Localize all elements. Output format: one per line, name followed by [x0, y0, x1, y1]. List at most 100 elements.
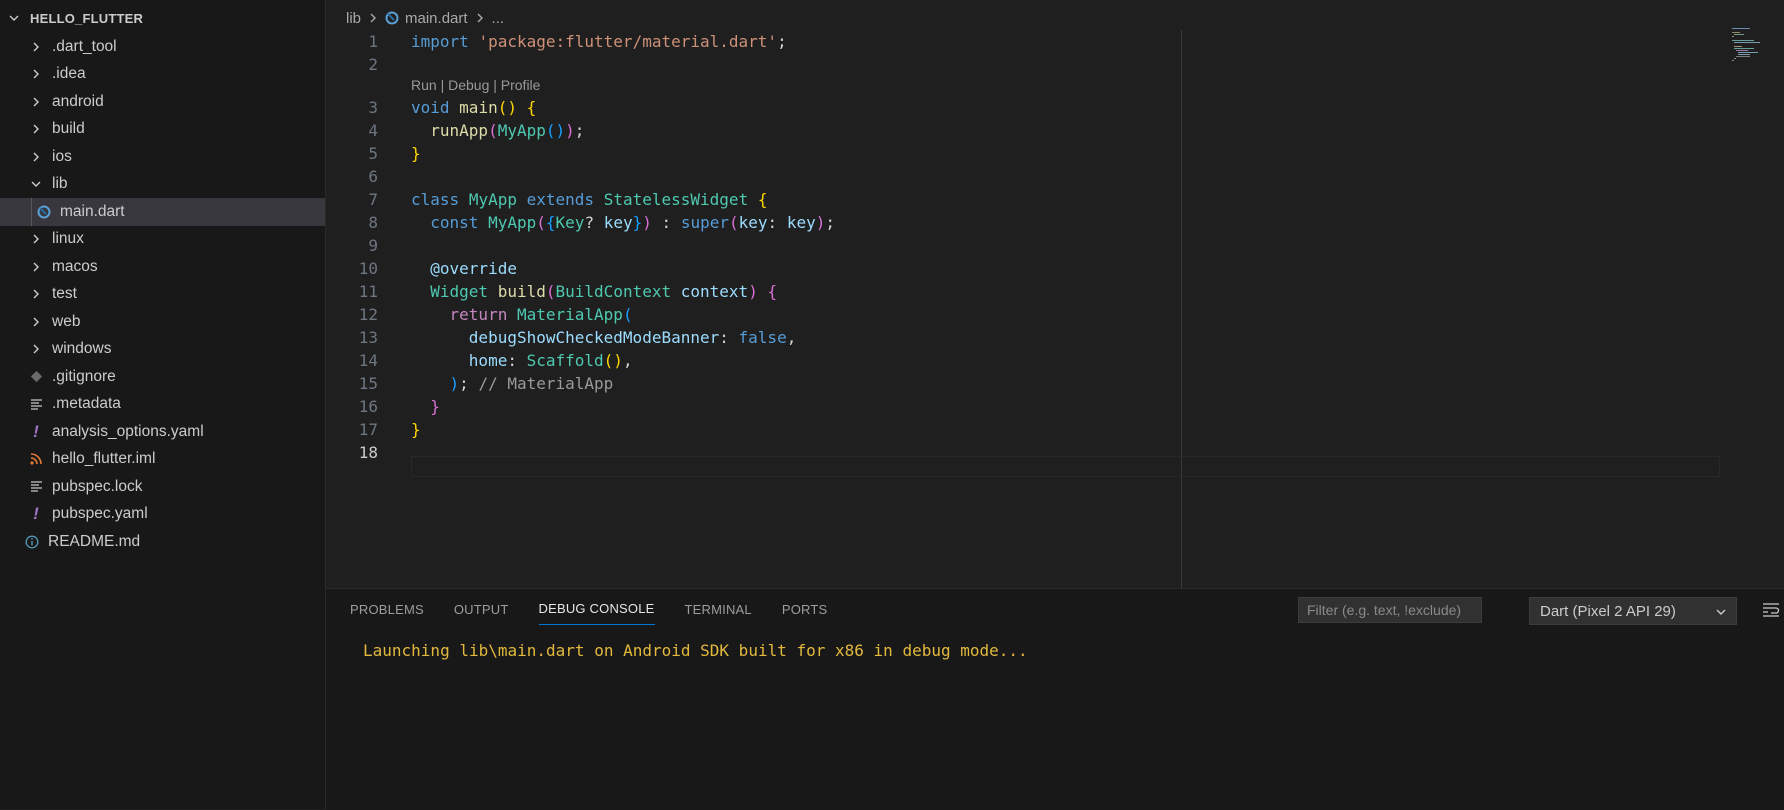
line-number: 4: [368, 120, 378, 140]
tree-item-label: README.md: [48, 532, 141, 550]
breadcrumb-folder[interactable]: lib: [346, 10, 361, 27]
line-text: }: [411, 143, 421, 163]
tab-output[interactable]: OUTPUT: [454, 592, 509, 625]
line-text: }: [411, 419, 421, 439]
tree-item-label: lib: [52, 175, 68, 193]
text-file-icon: [28, 398, 44, 411]
tree-item-label: analysis_options.yaml: [52, 422, 204, 440]
line-text: @override: [430, 258, 517, 278]
tree-item-idea[interactable]: .idea: [0, 61, 325, 89]
tree-item-label: hello_flutter.iml: [52, 450, 156, 468]
code-line: 2: [326, 53, 378, 75]
tree-item-metadata[interactable]: .metadata: [0, 391, 325, 419]
chevron-right-icon: [28, 343, 44, 355]
tree-item-test[interactable]: test: [0, 281, 325, 309]
code-line: 8 const MyApp({Key? key}) : super(key: k…: [326, 211, 835, 233]
line-text: debugShowCheckedModeBanner: false,: [468, 327, 797, 347]
tree-item-gitignore[interactable]: .gitignore: [0, 363, 325, 391]
line-text: void main() {: [411, 97, 537, 117]
line-number: 8: [368, 212, 378, 232]
tree-item-pubspec-yaml[interactable]: ! pubspec.yaml: [0, 501, 325, 529]
dart-file-icon: [36, 205, 52, 219]
breadcrumb-more[interactable]: ...: [492, 10, 505, 27]
filter-input[interactable]: Filter (e.g. text, !exclude): [1298, 597, 1482, 623]
yaml-exclamation-icon: !: [33, 504, 39, 524]
tree-item-label: android: [52, 92, 104, 110]
tree-item-label: main.dart: [60, 202, 125, 220]
tree-item-linux[interactable]: linux: [0, 226, 325, 254]
explorer-root-label: HELLO_FLUTTER: [30, 10, 144, 26]
line-text: ); // MaterialApp: [449, 373, 614, 393]
code-line: 13 debugShowCheckedModeBanner: false,: [326, 326, 797, 348]
tab-ports[interactable]: PORTS: [782, 592, 828, 625]
code-line: 7 class MyApp extends StatelessWidget {: [326, 188, 767, 210]
word-wrap-icon[interactable]: [1762, 601, 1780, 622]
chevron-right-icon: [28, 316, 44, 328]
line-number: 12: [358, 304, 378, 324]
tab-debug-console[interactable]: DEBUG CONSOLE: [538, 591, 655, 625]
line-number: 2: [368, 54, 378, 74]
debug-session-select[interactable]: Dart (Pixel 2 API 29): [1529, 597, 1737, 625]
tree-item-hello-flutter-iml[interactable]: hello_flutter.iml: [0, 446, 325, 474]
tree-item-pubspec-lock[interactable]: pubspec.lock: [0, 473, 325, 501]
tree-item-label: .idea: [52, 65, 86, 83]
debug-session-value: Dart (Pixel 2 API 29): [1540, 602, 1676, 620]
git-icon: [28, 370, 44, 383]
explorer-root-header[interactable]: HELLO_FLUTTER: [0, 3, 325, 33]
minimap[interactable]: [1732, 28, 1772, 68]
tree-item-label: .dart_tool: [52, 37, 117, 55]
chevron-right-icon: [28, 261, 44, 273]
tree-item-label: .gitignore: [52, 367, 116, 385]
code-editor[interactable]: lib main.dart ... 1 import 'package:flut…: [326, 0, 1784, 588]
tree-item-analysis-options[interactable]: ! analysis_options.yaml: [0, 418, 325, 446]
chevron-right-icon: [367, 12, 379, 24]
codelens-run-debug-profile[interactable]: Run | Debug | Profile: [411, 77, 540, 93]
yaml-exclamation-icon: !: [33, 421, 39, 441]
bottom-panel: PROBLEMS OUTPUT DEBUG CONSOLE TERMINAL P…: [326, 588, 1784, 810]
line-number: 3: [368, 97, 378, 117]
tree-item-dart-tool[interactable]: .dart_tool: [0, 33, 325, 61]
line-number: 18: [358, 442, 378, 462]
code-line: 10 @override: [326, 257, 517, 279]
tree-item-label: ios: [52, 147, 72, 165]
console-output-line: Launching lib\main.dart on Android SDK b…: [363, 641, 1028, 660]
tree-item-ios[interactable]: ios: [0, 143, 325, 171]
chevron-down-icon: [8, 12, 24, 24]
tree-item-macos[interactable]: macos: [0, 253, 325, 281]
line-text: return MaterialApp(: [449, 304, 633, 324]
line-number: 14: [358, 350, 378, 370]
tree-item-label: pubspec.lock: [52, 477, 143, 495]
chevron-right-icon: [28, 123, 44, 135]
tree-item-web[interactable]: web: [0, 308, 325, 336]
tree-item-android[interactable]: android: [0, 88, 325, 116]
current-line-highlight: [411, 456, 1720, 477]
explorer-sidebar: HELLO_FLUTTER .dart_tool .idea android b…: [0, 0, 326, 809]
tree-item-label: linux: [52, 230, 84, 248]
line-text: const MyApp({Key? key}) : super(key: key…: [430, 212, 836, 232]
line-text: }: [430, 396, 440, 416]
code-line: 12 return MaterialApp(: [326, 303, 633, 325]
line-number: 10: [358, 258, 378, 278]
tree-item-windows[interactable]: windows: [0, 336, 325, 364]
line-number: 16: [358, 396, 378, 416]
tree-item-label: build: [52, 120, 85, 138]
tab-problems[interactable]: PROBLEMS: [350, 592, 424, 625]
tree-item-label: pubspec.yaml: [52, 505, 148, 523]
chevron-right-icon: [28, 68, 44, 80]
tab-terminal[interactable]: TERMINAL: [685, 592, 752, 625]
tree-item-readme[interactable]: README.md: [0, 528, 325, 556]
code-line: 9: [326, 234, 378, 256]
code-line: 5 }: [326, 142, 420, 164]
code-line: 3 void main() {: [326, 96, 536, 118]
line-number: 1: [368, 31, 378, 51]
tree-item-lib[interactable]: lib: [0, 171, 325, 199]
info-icon: [24, 535, 40, 549]
tree-item-main-dart[interactable]: main.dart: [0, 198, 325, 226]
tree-item-build[interactable]: build: [0, 116, 325, 144]
breadcrumb-file[interactable]: main.dart: [405, 10, 468, 27]
dart-file-icon: [385, 11, 399, 25]
line-number: 7: [368, 189, 378, 209]
line-number: 13: [358, 327, 378, 347]
chevron-right-icon: [28, 288, 44, 300]
chevron-right-icon: [28, 96, 44, 108]
